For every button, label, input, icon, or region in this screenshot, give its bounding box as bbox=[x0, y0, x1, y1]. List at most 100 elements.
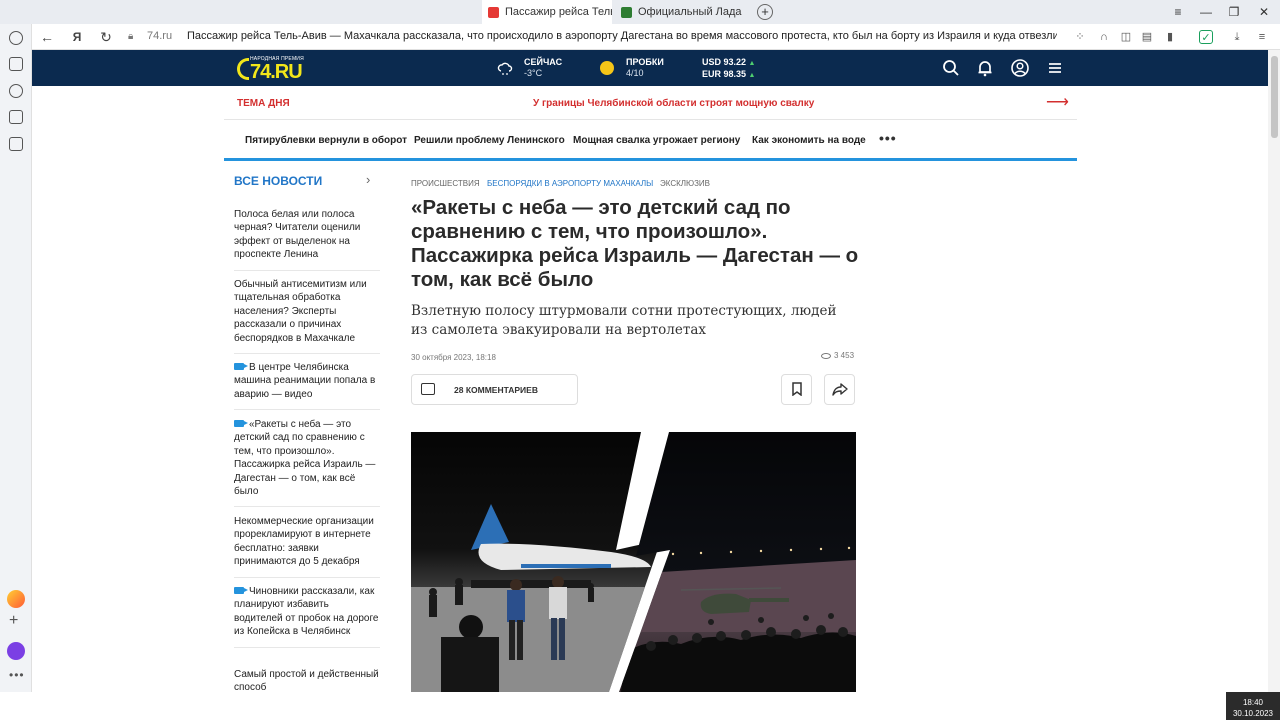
usd-rate: USD 93.22 bbox=[702, 57, 747, 67]
news-item-text: Самый простой и действенный способ bbox=[234, 669, 379, 692]
tab-label: Пассажир рейса Тель-А bbox=[505, 6, 612, 18]
logo-text: 74.RU bbox=[250, 61, 303, 83]
yandex-icon[interactable]: Я bbox=[66, 24, 88, 50]
scrollbar-thumb[interactable] bbox=[1271, 56, 1278, 138]
user-icon[interactable] bbox=[1010, 58, 1030, 78]
minimize-icon[interactable]: — bbox=[1192, 0, 1220, 24]
bookmark-icon bbox=[791, 382, 802, 397]
news-item[interactable]: Некоммерческие организации прорекламирую… bbox=[234, 515, 380, 578]
chevron-right-icon[interactable]: › bbox=[366, 172, 370, 187]
traffic-widget[interactable]: ПРОБКИ 4/10 bbox=[626, 57, 664, 79]
currency-widget[interactable]: USD 93.22 ▲ EUR 98.35 ▲ bbox=[702, 57, 755, 81]
news-item[interactable]: Полоса белая или полоса черная? Читатели… bbox=[234, 208, 380, 271]
media-icon[interactable] bbox=[9, 137, 23, 151]
rubric-exclusive[interactable]: ЭКСКЛЮЗИВ bbox=[660, 179, 710, 188]
menu-icon[interactable]: ≡ bbox=[1255, 30, 1269, 44]
comments-button[interactable]: 28 КОММЕНТАРИЕВ bbox=[411, 374, 578, 405]
domain-text[interactable]: 74.ru bbox=[147, 30, 172, 42]
news-item[interactable]: Самый простой и действенный способ bbox=[234, 668, 380, 692]
traffic-icon bbox=[600, 61, 614, 75]
news-item[interactable]: Обычный антисемитизм или тщательная обра… bbox=[234, 278, 380, 355]
more-icon[interactable]: ••• bbox=[9, 668, 25, 682]
tab-lada[interactable]: Официальный Лада Грант bbox=[615, 0, 745, 24]
all-news-heading[interactable]: ВСЕ НОВОСТИ bbox=[234, 174, 322, 188]
close-window-icon[interactable]: ✕ bbox=[1250, 0, 1278, 24]
article-lede: Взлетную полосу штурмовали сотни протест… bbox=[411, 303, 837, 338]
bookmark-button[interactable] bbox=[781, 374, 812, 405]
clock-time: 18:40 bbox=[1242, 698, 1264, 707]
scrollbar-track[interactable] bbox=[1268, 50, 1280, 692]
eye-icon bbox=[821, 353, 831, 359]
weather-value: -3°C bbox=[524, 68, 543, 78]
traffic-label: ПРОБКИ bbox=[626, 57, 664, 67]
os-taskbar bbox=[0, 692, 1280, 720]
nav-item[interactable]: Пятирублевки вернули в оборот bbox=[245, 135, 407, 146]
theme-day-label: ТЕМА ДНЯ bbox=[237, 98, 290, 109]
new-tab-button[interactable]: + bbox=[757, 4, 773, 20]
nav-item[interactable]: Решили проблему Ленинского bbox=[414, 135, 565, 146]
bell-icon[interactable] bbox=[975, 58, 995, 78]
theme-day-link[interactable]: У границы Челябинской области строят мощ… bbox=[533, 98, 814, 109]
weather-widget[interactable]: СЕЙЧАС -3°C bbox=[524, 57, 562, 79]
article-date: 30 октября 2023, 18:18 bbox=[411, 353, 496, 362]
rubric-makhachkala[interactable]: БЕСПОРЯДКИ В АЭРОПОРТУ МАХАЧКАЛЫ bbox=[487, 179, 653, 188]
lada-favicon-icon bbox=[621, 6, 632, 18]
extensions-icon[interactable]: ⁘ bbox=[1073, 30, 1087, 44]
share-button[interactable] bbox=[824, 374, 855, 405]
views-value: 3 453 bbox=[834, 351, 855, 360]
more-dots-icon[interactable]: ••• bbox=[879, 130, 897, 146]
nav-item[interactable]: Как экономить на воде bbox=[752, 135, 866, 146]
restore-icon[interactable]: ❐ bbox=[1220, 0, 1248, 24]
tabs-menu-icon[interactable]: ≡ bbox=[1164, 0, 1192, 24]
play-icon[interactable] bbox=[9, 84, 23, 98]
news-item[interactable]: «Ракеты с неба — это детский сад по срав… bbox=[234, 418, 380, 508]
system-clock[interactable]: 18:40 30.10.2023 bbox=[1226, 692, 1280, 720]
news-item[interactable]: Чиновники рассказали, как планируют изба… bbox=[234, 585, 380, 648]
up-arrow-icon: ▲ bbox=[748, 60, 756, 67]
news-item[interactable]: В центре Челябинска машина реанимации по… bbox=[234, 361, 380, 411]
reload-icon[interactable]: ↻ bbox=[95, 24, 117, 50]
view-count: 3 453 bbox=[821, 351, 854, 360]
news-item-text: Обычный антисемитизм или тщательная обра… bbox=[234, 279, 367, 344]
eur-rate: EUR 98.35 bbox=[702, 69, 747, 79]
collections-icon[interactable] bbox=[9, 57, 23, 71]
bookmark-icon[interactable]: ▮ bbox=[1163, 30, 1177, 44]
protect-icon[interactable]: ✓ bbox=[1199, 30, 1213, 44]
logo-ring-icon bbox=[237, 58, 249, 80]
weather-label: СЕЙЧАС bbox=[524, 57, 563, 67]
alice-icon[interactable] bbox=[7, 642, 25, 660]
search-icon[interactable] bbox=[941, 58, 961, 78]
clock-date: 30.10.2023 bbox=[1232, 709, 1274, 718]
news-item-text: «Ракеты с неба — это детский сад по срав… bbox=[234, 419, 376, 498]
tab-label: Официальный Лада Грант bbox=[638, 6, 745, 18]
theme-of-day-bar[interactable]: ТЕМА ДНЯ У границы Челябинской области с… bbox=[224, 88, 1077, 120]
video-icon bbox=[234, 587, 248, 594]
address-bar: ← Я ↻ 🔒︎ 74.ru Пассажир рейса Тель-Авив … bbox=[0, 24, 1280, 50]
arrow-right-icon[interactable]: ⟶ bbox=[1046, 92, 1069, 112]
download-icon[interactable]: ⤓ bbox=[1230, 30, 1244, 44]
back-icon[interactable]: ← bbox=[36, 24, 58, 50]
news-item-text: В центре Челябинска машина реанимации по… bbox=[234, 362, 376, 400]
tab-active[interactable]: Пассажир рейса Тель-А ✕ bbox=[482, 0, 612, 24]
rubric-incidents[interactable]: ПРОИСШЕСТВИЯ bbox=[411, 179, 480, 188]
add-panel-icon[interactable]: + bbox=[9, 612, 18, 630]
article-title: «Ракеты с неба — это детский сад по срав… bbox=[411, 196, 859, 291]
weather-cloud-icon bbox=[497, 62, 513, 75]
article-photo[interactable] bbox=[411, 432, 856, 692]
comments-label: 28 КОММЕНТАРИЕВ bbox=[454, 385, 538, 395]
app-colorful-icon[interactable] bbox=[7, 590, 25, 608]
news-sidebar: ВСЕ НОВОСТИ › Полоса белая или полоса че… bbox=[224, 162, 380, 692]
site-logo[interactable]: НАРОДНАЯ ПРЕМИЯ 74.RU bbox=[237, 55, 319, 83]
headphones-icon[interactable]: ∩ bbox=[1097, 30, 1111, 44]
translate-icon[interactable]: ◫ bbox=[1119, 30, 1133, 44]
video-icon bbox=[234, 363, 248, 370]
news-item-text: Полоса белая или полоса черная? Читатели… bbox=[234, 209, 361, 261]
topic-nav: Пятирублевки вернули в оборот Решили про… bbox=[224, 120, 1077, 161]
history-icon[interactable] bbox=[9, 31, 23, 45]
reader-icon[interactable]: ▤ bbox=[1140, 30, 1154, 44]
hamburger-icon[interactable] bbox=[1045, 58, 1065, 78]
nav-item[interactable]: Мощная свалка угрожает региону bbox=[573, 135, 740, 146]
page-title-text[interactable]: Пассажир рейса Тель-Авив — Махачкала рас… bbox=[187, 30, 1057, 42]
five-icon[interactable] bbox=[9, 110, 23, 124]
news-item-text: Чиновники рассказали, как планируют изба… bbox=[234, 586, 379, 638]
